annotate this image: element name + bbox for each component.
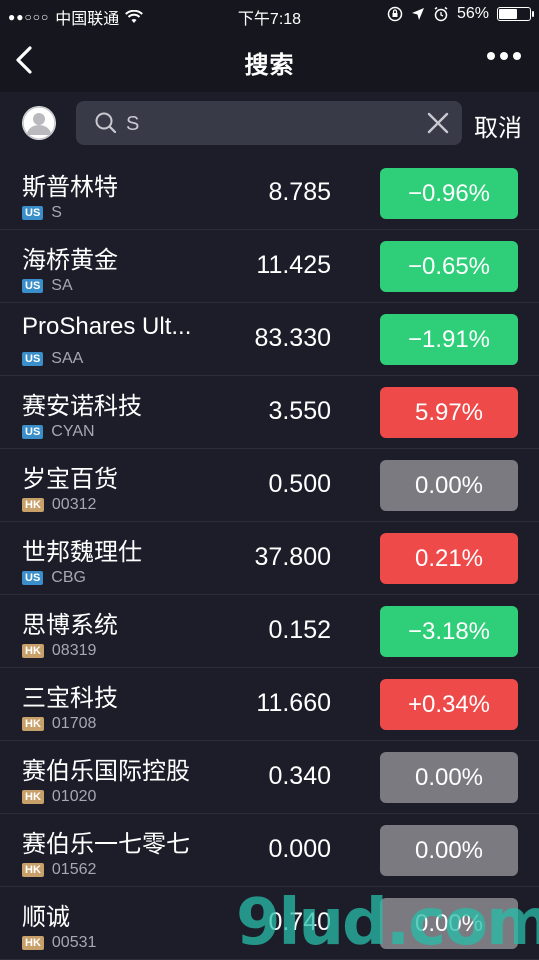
clear-search-button[interactable] xyxy=(426,111,450,140)
search-results-list: 斯普林特 US S 8.785 −0.96% 海桥黄金 US SA 11.425 −0.65% Pr… xyxy=(0,157,539,960)
search-bar: 取消 xyxy=(0,92,539,157)
stock-code: HK 00531 xyxy=(22,934,96,952)
list-item[interactable]: 世邦魏理仕 US CBG 37.800 0.21% xyxy=(0,522,539,595)
stock-symbol: 00531 xyxy=(51,934,97,951)
market-badge: US xyxy=(22,352,44,366)
alarm-icon xyxy=(434,6,448,22)
user-icon xyxy=(22,106,56,140)
stock-code: US CYAN xyxy=(22,423,95,441)
stock-price: 0.340 xyxy=(268,762,331,790)
stock-price: 0.152 xyxy=(268,616,331,644)
market-badge: HK xyxy=(22,936,44,950)
change-button[interactable]: 5.97% xyxy=(380,387,518,438)
stock-code: US SA xyxy=(22,277,73,295)
stock-name: ProShares Ult... xyxy=(22,313,192,340)
stock-symbol: 00312 xyxy=(51,496,97,513)
stock-symbol: S xyxy=(51,204,62,221)
stock-name: 岁宝百货 xyxy=(22,466,118,493)
change-button[interactable]: −0.96% xyxy=(380,168,518,219)
stock-price: 3.550 xyxy=(268,397,331,425)
change-button[interactable]: −3.18% xyxy=(380,606,518,657)
list-item[interactable]: 岁宝百货 HK 00312 0.500 0.00% xyxy=(0,449,539,522)
stock-name: 斯普林特 xyxy=(22,174,118,201)
stock-code: US SAA xyxy=(22,350,83,368)
stock-name: 赛安诺科技 xyxy=(22,393,142,420)
stock-name: 思博系统 xyxy=(22,612,118,639)
change-button[interactable]: −1.91% xyxy=(380,314,518,365)
stock-code: US CBG xyxy=(22,569,86,587)
stock-name: 赛伯乐一七零七 xyxy=(22,831,190,858)
list-item[interactable]: 赛伯乐一七零七 HK 01562 0.000 0.00% xyxy=(0,814,539,887)
status-right: 56% xyxy=(387,5,534,23)
stock-name: 海桥黄金 xyxy=(22,247,118,274)
change-button[interactable]: 0.00% xyxy=(380,825,518,876)
market-badge: HK xyxy=(22,863,44,877)
stock-price: 8.785 xyxy=(268,178,331,206)
avatar[interactable] xyxy=(22,106,56,140)
list-item[interactable]: 思博系统 HK 08319 0.152 −3.18% xyxy=(0,595,539,668)
stock-symbol: CBG xyxy=(51,569,86,586)
market-badge: HK xyxy=(22,790,44,804)
stock-symbol: SA xyxy=(51,277,73,294)
change-button[interactable]: 0.21% xyxy=(380,533,518,584)
stock-price: 0.000 xyxy=(268,835,331,863)
navigation-bar: 搜索 xyxy=(0,30,539,92)
stock-code: HK 01708 xyxy=(22,715,96,733)
more-dot-icon xyxy=(500,52,508,60)
stock-symbol: 01708 xyxy=(51,715,97,732)
market-badge: HK xyxy=(22,644,44,658)
search-field xyxy=(76,101,462,145)
stock-symbol: 01562 xyxy=(51,861,97,878)
more-button[interactable] xyxy=(487,52,521,60)
status-bar: ●●○○○ 中国联通 下午7:18 56% xyxy=(0,0,539,30)
change-button[interactable]: +0.34% xyxy=(380,679,518,730)
stock-code: HK 01562 xyxy=(22,861,96,879)
change-button[interactable]: 0.00% xyxy=(380,460,518,511)
list-item[interactable]: ProShares Ult... US SAA 83.330 −1.91% xyxy=(0,303,539,376)
list-item[interactable]: 赛安诺科技 US CYAN 3.550 5.97% xyxy=(0,376,539,449)
change-button[interactable]: 0.00% xyxy=(380,752,518,803)
search-input[interactable] xyxy=(124,107,418,141)
market-badge: US xyxy=(22,425,44,439)
stock-code: HK 00312 xyxy=(22,496,96,514)
stock-name: 世邦魏理仕 xyxy=(22,539,142,566)
stock-name: 三宝科技 xyxy=(22,685,118,712)
close-icon xyxy=(427,112,449,134)
stock-name: 赛伯乐国际控股 xyxy=(22,758,190,785)
stock-symbol: 01020 xyxy=(51,788,97,805)
market-badge: US xyxy=(22,571,44,585)
stock-price: 11.660 xyxy=(256,689,331,717)
stock-name: 顺诚 xyxy=(22,904,70,931)
battery-percent: 56% xyxy=(456,5,489,22)
more-dot-icon xyxy=(513,52,521,60)
watermark: 9lud.com xyxy=(236,886,539,960)
rotation-lock-icon xyxy=(387,6,403,22)
location-icon xyxy=(411,8,424,20)
stock-price: 0.500 xyxy=(268,470,331,498)
more-dot-icon xyxy=(487,52,495,60)
page-title: 搜索 xyxy=(244,52,295,79)
stock-symbol: 08319 xyxy=(51,642,97,659)
stock-price: 37.800 xyxy=(254,543,331,571)
stock-symbol: CYAN xyxy=(51,423,95,440)
cancel-button[interactable]: 取消 xyxy=(474,108,522,143)
stock-code: HK 01020 xyxy=(22,788,96,806)
market-badge: US xyxy=(22,279,44,293)
stock-price: 11.425 xyxy=(256,251,331,279)
list-item[interactable]: 斯普林特 US S 8.785 −0.96% xyxy=(0,157,539,230)
list-item[interactable]: 海桥黄金 US SA 11.425 −0.65% xyxy=(0,230,539,303)
market-badge: HK xyxy=(22,498,44,512)
stock-price: 83.330 xyxy=(254,324,331,352)
list-item[interactable]: 三宝科技 HK 01708 11.660 +0.34% xyxy=(0,668,539,741)
stock-code: US S xyxy=(22,204,62,222)
change-button[interactable]: −0.65% xyxy=(380,241,518,292)
market-badge: US xyxy=(22,206,44,220)
stock-symbol: SAA xyxy=(51,350,84,367)
market-badge: HK xyxy=(22,717,44,731)
stock-code: HK 08319 xyxy=(22,642,96,660)
list-item[interactable]: 赛伯乐国际控股 HK 01020 0.340 0.00% xyxy=(0,741,539,814)
battery-icon xyxy=(497,7,534,21)
search-icon xyxy=(95,112,117,134)
